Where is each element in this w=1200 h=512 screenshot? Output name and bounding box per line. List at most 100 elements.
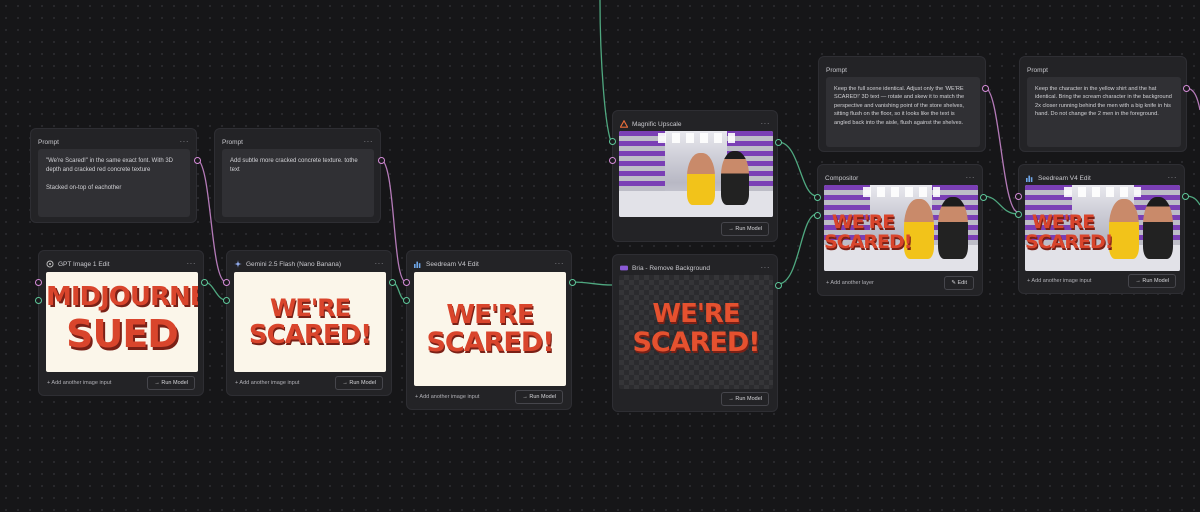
- openai-icon: [46, 260, 54, 268]
- more-options-icon[interactable]: ···: [180, 138, 190, 146]
- bar-chart-icon: [414, 260, 422, 268]
- output-port[interactable]: [389, 279, 396, 286]
- wordart-line-2: SUED: [66, 312, 179, 356]
- gpt-image-edit-node[interactable]: GPT Image 1 Edit ··· MIDJOURNEY SUED + Ad…: [35, 250, 208, 396]
- seedream-edit-node-1[interactable]: Seedream V4 Edit ··· WE'RE SCARED! + Add …: [403, 250, 576, 410]
- wordart-line-2: SCARED!: [248, 320, 372, 350]
- wordart-line-2: SCARED!: [426, 327, 554, 358]
- output-port[interactable]: [201, 279, 208, 286]
- node-title: Seedream V4 Edit: [426, 260, 479, 268]
- wordart-line-1: WE'RE: [269, 294, 351, 322]
- wordart-line-2: SCARED!: [824, 231, 912, 253]
- layer-input-port-1[interactable]: [814, 194, 821, 201]
- add-image-input-button[interactable]: + Add another image input: [47, 380, 111, 386]
- output-image: WE'RE SCARED!: [619, 275, 773, 389]
- prompt-text-box[interactable]: Keep the character in the yellow shirt a…: [1027, 77, 1181, 147]
- prompt-node-1[interactable]: Prompt ··· "We're Scared!" in the same ex…: [30, 128, 201, 223]
- output-image: MIDJOURNEY SUED: [46, 272, 198, 372]
- node-title: Bria - Remove Background: [632, 264, 711, 272]
- triangle-icon: [620, 120, 628, 128]
- prompt-node-4[interactable]: Prompt Keep the character in the yellow …: [1019, 56, 1190, 152]
- prompt-input-port[interactable]: [609, 157, 616, 164]
- bria-remove-background-node[interactable]: Bria - Remove Background ··· WE'RE SCARED…: [612, 254, 782, 412]
- output-image: WE'RE SCARED!: [414, 272, 566, 386]
- output-image: WE'RE SCARED!: [824, 185, 978, 271]
- output-port[interactable]: [569, 279, 576, 286]
- output-port[interactable]: [775, 282, 782, 289]
- node-title: GPT Image 1 Edit: [58, 260, 110, 268]
- output-port[interactable]: [378, 157, 385, 164]
- more-options-icon[interactable]: ···: [966, 174, 976, 182]
- run-model-button[interactable]: → Run Model: [335, 375, 383, 390]
- node-title: Prompt: [1027, 66, 1048, 74]
- output-image: WE'RE SCARED!: [234, 272, 386, 372]
- image-input-port[interactable]: [1015, 211, 1022, 218]
- output-port[interactable]: [1183, 85, 1190, 92]
- more-options-icon[interactable]: ···: [375, 260, 385, 268]
- prompt-text-box[interactable]: "We're Scared!" in the same exact font. …: [38, 149, 190, 217]
- add-image-input-button[interactable]: + Add another image input: [1027, 278, 1091, 284]
- layer-input-port-2[interactable]: [814, 212, 821, 219]
- seedream-edit-node-2[interactable]: Seedream V4 Edit ··· WE'RE SCARED! + Add …: [1015, 164, 1189, 294]
- gemini-sparkle-icon: [234, 260, 242, 268]
- add-image-input-button[interactable]: + Add another image input: [235, 380, 299, 386]
- image-input-port[interactable]: [223, 297, 230, 304]
- wordart-line-1: WE'RE: [831, 211, 895, 233]
- prompt-text-box[interactable]: Keep the full scene identical. Adjust on…: [826, 77, 980, 147]
- magnific-upscale-node[interactable]: Magnific Upscale ··· → Run Model: [609, 110, 782, 242]
- add-image-input-button[interactable]: + Add another image input: [415, 394, 479, 400]
- more-options-icon[interactable]: ···: [555, 260, 565, 268]
- image-input-port[interactable]: [609, 138, 616, 145]
- output-image: WE'RE SCARED!: [1025, 185, 1180, 271]
- add-layer-button[interactable]: + Add another layer: [826, 280, 874, 286]
- more-options-icon[interactable]: ···: [761, 120, 771, 128]
- prompt-input-port[interactable]: [35, 279, 42, 286]
- more-options-icon[interactable]: ···: [187, 260, 197, 268]
- wordart-line-1: WE'RE: [1031, 211, 1095, 233]
- image-input-port[interactable]: [403, 297, 410, 304]
- run-model-button[interactable]: → Run Model: [721, 221, 769, 236]
- run-model-button[interactable]: → Run Model: [1128, 273, 1176, 288]
- node-title: Seedream V4 Edit: [1038, 174, 1091, 182]
- run-model-button[interactable]: → Run Model: [515, 389, 563, 404]
- edit-button[interactable]: ✎ Edit: [944, 275, 974, 290]
- run-model-button[interactable]: → Run Model: [147, 375, 195, 390]
- gemini-flash-node[interactable]: Gemini 2.5 Flash (Nano Banana) ··· WE'RE …: [223, 250, 396, 396]
- image-input-port[interactable]: [35, 297, 42, 304]
- character-2: [1143, 197, 1173, 259]
- node-title: Gemini 2.5 Flash (Nano Banana): [246, 260, 342, 268]
- output-port[interactable]: [982, 85, 989, 92]
- compositor-node[interactable]: Compositor ··· WE'RE SCARED! + Add anothe…: [814, 164, 987, 296]
- more-options-icon[interactable]: ···: [1168, 174, 1178, 182]
- output-image: [619, 131, 773, 217]
- character-2: [721, 151, 749, 205]
- wordart-line-1: WE'RE: [652, 299, 740, 329]
- wordart-line-2: SCARED!: [1025, 231, 1113, 253]
- node-title: Compositor: [825, 174, 859, 182]
- bria-icon: [620, 264, 628, 272]
- more-options-icon[interactable]: ···: [364, 138, 374, 146]
- node-title: Prompt: [826, 66, 847, 74]
- output-port[interactable]: [1182, 193, 1189, 200]
- output-port[interactable]: [775, 139, 782, 146]
- more-options-icon[interactable]: ···: [761, 264, 771, 272]
- character-1: [687, 153, 715, 205]
- node-title: Prompt: [222, 138, 243, 146]
- prompt-node-3[interactable]: Prompt Keep the full scene identical. Ad…: [818, 56, 989, 152]
- character-1: [1109, 199, 1139, 259]
- prompt-input-port[interactable]: [403, 279, 410, 286]
- output-port[interactable]: [194, 157, 201, 164]
- node-title: Magnific Upscale: [632, 120, 682, 128]
- bar-chart-icon: [1026, 174, 1034, 182]
- prompt-input-port[interactable]: [223, 279, 230, 286]
- node-title: Prompt: [38, 138, 59, 146]
- prompt-input-port[interactable]: [1015, 193, 1022, 200]
- prompt-text-box[interactable]: Add subtle more cracked concrete texture…: [222, 149, 374, 217]
- wordart-line-1: MIDJOURNEY: [46, 282, 198, 312]
- prompt-node-2[interactable]: Prompt ··· Add subtle more cracked concre…: [214, 128, 385, 223]
- run-model-button[interactable]: → Run Model: [721, 391, 769, 406]
- character-2: [938, 197, 968, 259]
- output-port[interactable]: [980, 194, 987, 201]
- wordart-line-1: WE'RE: [446, 300, 534, 330]
- wordart-line-2: SCARED!: [632, 327, 760, 358]
